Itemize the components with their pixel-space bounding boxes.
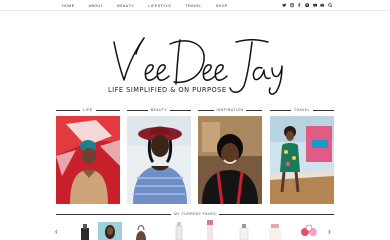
main-menu: HOME ABOUT BEAUTY LIFESTYLE TRAVEL SHOP xyxy=(62,0,242,11)
product-item[interactable] xyxy=(204,220,216,240)
nav-travel[interactable]: TRAVEL xyxy=(185,4,201,8)
search-icon[interactable] xyxy=(327,3,333,9)
product-item[interactable] xyxy=(134,220,148,240)
category-inspiration-text: INSPIRATION xyxy=(213,108,247,112)
faves-heading: MY CURRENT FAVES xyxy=(56,211,334,217)
faves-heading-text: MY CURRENT FAVES xyxy=(170,212,220,216)
pinterest-icon[interactable] xyxy=(304,3,310,9)
category-tile-travel[interactable] xyxy=(270,116,334,204)
category-life-text: LIFE xyxy=(80,108,96,112)
product-item[interactable] xyxy=(268,220,282,240)
nav-beauty[interactable]: BEAUTY xyxy=(117,4,134,8)
product-item[interactable] xyxy=(98,220,122,240)
category-label-beauty[interactable]: BEAUTY xyxy=(127,107,191,113)
top-nav-bar: HOME ABOUT BEAUTY LIFESTYLE TRAVEL SHOP xyxy=(0,0,390,11)
nav-shop[interactable]: SHOP xyxy=(216,4,228,8)
product-item[interactable] xyxy=(174,220,184,240)
category-tile-beauty[interactable] xyxy=(127,116,191,204)
instagram-icon[interactable] xyxy=(289,3,295,9)
category-label-life[interactable]: LIFE xyxy=(56,107,120,113)
category-label-travel[interactable]: TRAVEL xyxy=(270,107,334,113)
youtube-icon[interactable] xyxy=(312,3,318,9)
nav-about[interactable]: ABOUT xyxy=(89,4,104,8)
twitter-icon[interactable] xyxy=(281,3,287,9)
nav-lifestyle[interactable]: LIFESTYLE xyxy=(148,4,171,8)
site-tagline: LIFE SIMPLIFIED & ON PURPOSE xyxy=(108,86,227,94)
product-item[interactable] xyxy=(238,220,250,240)
facebook-icon[interactable] xyxy=(297,3,303,9)
category-beauty-text: BEAUTY xyxy=(147,108,171,112)
carousel-prev-arrow[interactable]: ‹ xyxy=(55,228,58,236)
category-label-inspiration[interactable]: INSPIRATION xyxy=(198,107,262,113)
category-tile-life[interactable] xyxy=(56,116,120,204)
nav-home[interactable]: HOME xyxy=(62,4,75,8)
product-item[interactable] xyxy=(78,220,92,240)
faves-carousel: ‹ › xyxy=(55,220,334,240)
carousel-next-arrow[interactable]: › xyxy=(328,228,331,236)
product-item[interactable] xyxy=(300,220,318,240)
category-tile-inspiration[interactable] xyxy=(198,116,262,204)
social-links xyxy=(280,0,333,11)
category-travel-text: TRAVEL xyxy=(291,108,313,112)
email-icon[interactable] xyxy=(319,3,325,9)
